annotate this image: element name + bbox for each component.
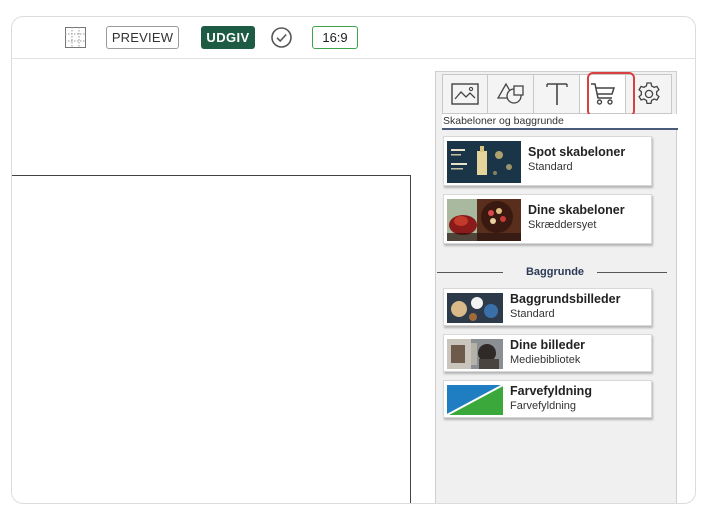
color-fill-thumbnail — [447, 385, 503, 415]
shapes-icon — [496, 82, 524, 104]
panel-tabs — [442, 72, 674, 117]
check-circle-icon[interactable] — [270, 26, 293, 49]
tab-text[interactable] — [534, 74, 580, 114]
backgrounds-heading: Baggrunde — [525, 266, 585, 278]
aspect-ratio-button[interactable]: 16:9 — [312, 26, 358, 49]
your-templates-thumbnail — [447, 199, 521, 241]
card-title: Dine billeder — [510, 338, 586, 352]
card-title: Baggrundsbilleder — [510, 292, 621, 306]
grid-icon[interactable] — [65, 27, 86, 48]
card-my-images[interactable]: Dine billeder Mediebibliotek — [443, 334, 652, 372]
card-subtitle: Skræddersyet — [528, 219, 597, 231]
card-subtitle: Farvefyldning — [510, 400, 577, 412]
text-icon — [545, 83, 568, 105]
card-your-templates[interactable]: Dine skabeloner Skræddersyet — [443, 194, 652, 244]
gear-icon — [637, 82, 660, 105]
editor-window: PREVIEW UDGIV 16:9 Skabeloner og baggrun… — [11, 16, 696, 504]
tab-settings[interactable] — [626, 74, 672, 114]
cart-icon — [590, 83, 615, 105]
design-canvas[interactable] — [12, 175, 411, 503]
spot-templates-thumbnail — [447, 141, 521, 183]
card-title: Dine skabeloner — [528, 203, 625, 217]
section-title: Skabeloner og baggrunde — [442, 114, 678, 130]
card-subtitle: Standard — [510, 308, 555, 320]
card-title: Spot skabeloner — [528, 145, 626, 159]
background-images-thumbnail — [447, 293, 503, 323]
side-panel: Skabeloner og baggrunde Spot skabeloner — [435, 71, 678, 503]
tab-shapes[interactable] — [488, 74, 534, 114]
publish-button[interactable]: UDGIV — [201, 26, 255, 49]
image-icon — [451, 83, 479, 105]
my-images-thumbnail — [447, 339, 503, 369]
tab-templates[interactable] — [580, 74, 626, 114]
card-background-images[interactable]: Baggrundsbilleder Standard — [443, 288, 652, 326]
card-color-fill[interactable]: Farvefyldning Farvefyldning — [443, 380, 652, 418]
card-subtitle: Mediebibliotek — [510, 354, 581, 366]
card-spot-templates[interactable]: Spot skabeloner Standard — [443, 136, 652, 186]
top-toolbar: PREVIEW UDGIV 16:9 — [12, 17, 695, 59]
divider-line-right — [597, 272, 667, 273]
tab-images[interactable] — [442, 74, 488, 114]
card-title: Farvefyldning — [510, 384, 592, 398]
backgrounds-divider: Baggrunde — [437, 265, 667, 279]
card-subtitle: Standard — [528, 161, 573, 173]
divider-line-left — [437, 272, 503, 273]
preview-button[interactable]: PREVIEW — [106, 26, 179, 49]
